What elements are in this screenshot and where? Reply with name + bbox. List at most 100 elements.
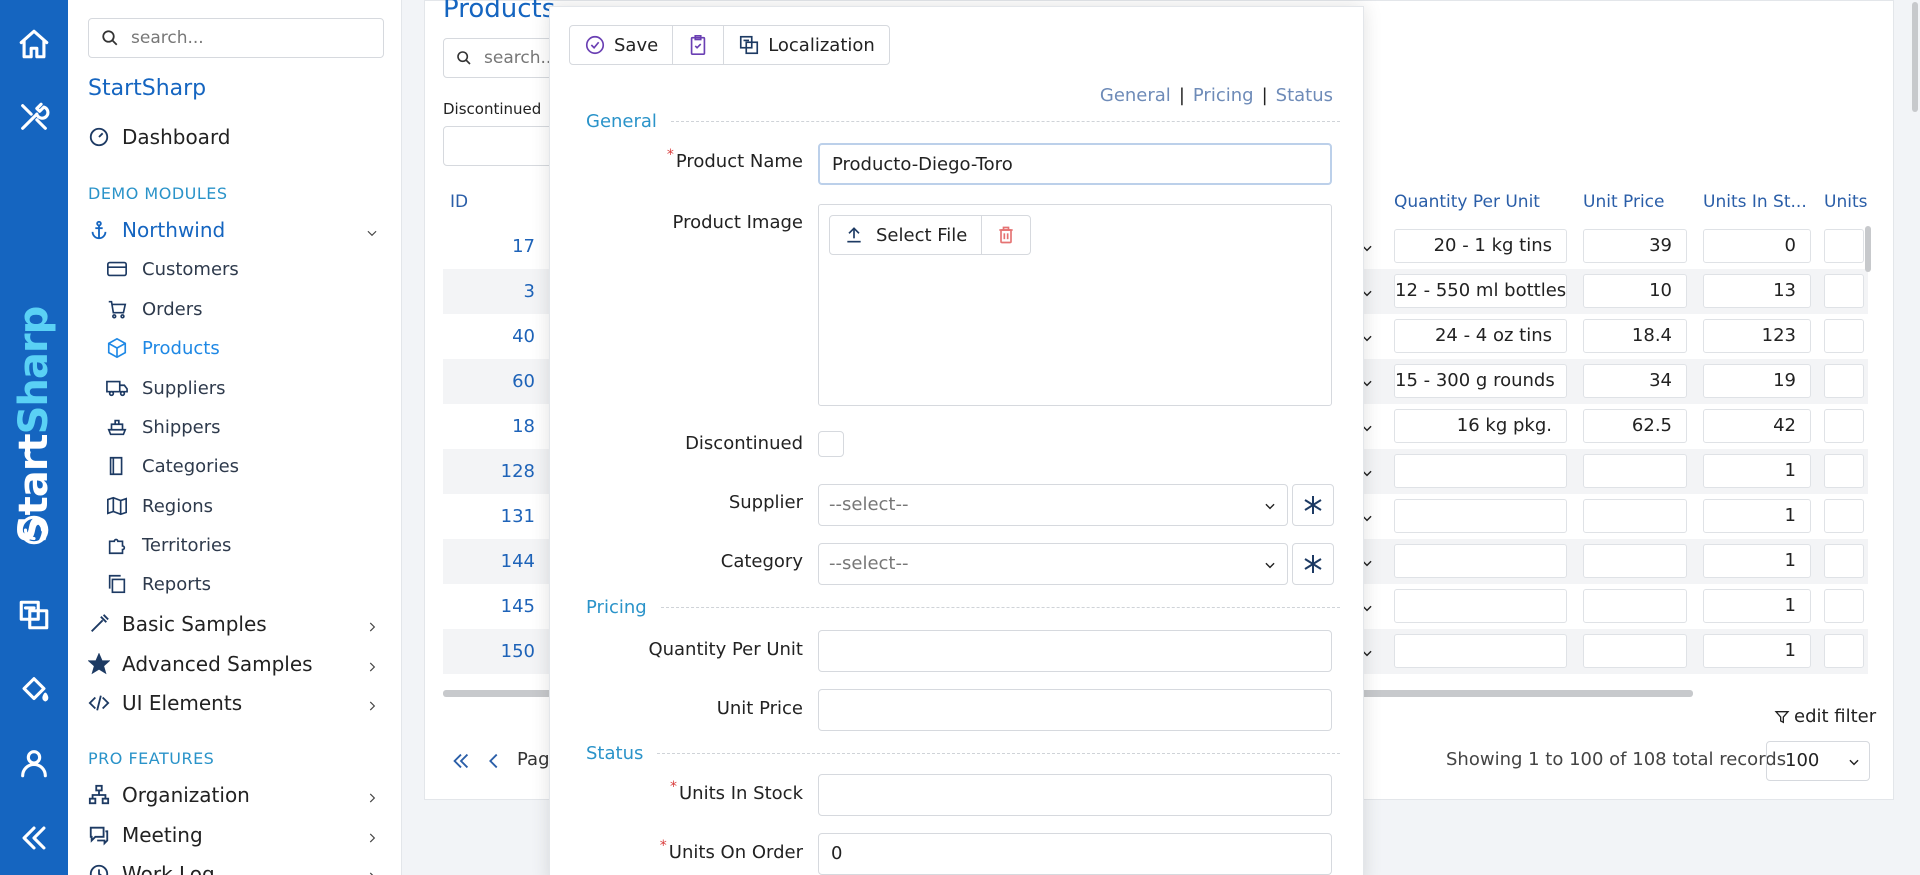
sidebar-search-input[interactable]: search... <box>88 18 384 58</box>
page-size-select[interactable]: 100 <box>1766 741 1870 781</box>
cell-units-in-stock[interactable]: 19 <box>1703 364 1811 398</box>
paint-bucket-icon[interactable] <box>14 670 54 710</box>
select-file-button[interactable]: Select File <box>830 216 983 254</box>
filter-discontinued-select[interactable] <box>443 126 563 166</box>
home-icon[interactable] <box>14 24 54 64</box>
cell-units-in-stock[interactable]: 1 <box>1703 589 1811 623</box>
sidebar-item-basic-samples[interactable]: Basic Samples <box>88 612 267 636</box>
row-id-link[interactable]: 18 <box>443 416 535 437</box>
cell-unit-price[interactable]: 34 <box>1583 364 1687 398</box>
sidebar-item-dashboard[interactable]: Dashboard <box>88 125 231 149</box>
link-pricing[interactable]: Pricing <box>1193 85 1254 106</box>
cell-units[interactable] <box>1824 364 1864 398</box>
apply-changes-button[interactable] <box>673 26 725 64</box>
add-category-button[interactable] <box>1292 543 1334 585</box>
column-header-units-in-stock[interactable]: Units In St... <box>1703 192 1807 212</box>
translate-icon[interactable] <box>14 595 54 635</box>
cell-quantity-per-unit[interactable]: 20 - 1 kg tins <box>1394 229 1567 263</box>
sidebar-item-organization[interactable]: Organization <box>88 783 250 807</box>
column-header-unit-price[interactable]: Unit Price <box>1583 192 1664 212</box>
category-select[interactable]: --select-- <box>818 543 1288 585</box>
sidebar-item-ui-elements[interactable]: UI Elements <box>88 691 242 715</box>
cell-unit-price[interactable] <box>1583 544 1687 578</box>
link-status[interactable]: Status <box>1276 85 1333 106</box>
cell-units[interactable] <box>1824 319 1864 353</box>
cell-quantity-per-unit[interactable] <box>1394 454 1567 488</box>
cell-units-in-stock[interactable]: 0 <box>1703 229 1811 263</box>
sidebar-brand[interactable]: StartSharp <box>88 76 206 101</box>
first-page-icon[interactable] <box>450 750 472 777</box>
page-scrollbar[interactable] <box>1910 0 1920 875</box>
cell-units[interactable] <box>1824 589 1864 623</box>
product-name-input[interactable]: Producto-Diego-Toro <box>818 143 1332 185</box>
edit-filter-link[interactable]: edit filter <box>1774 706 1876 727</box>
add-supplier-button[interactable] <box>1292 484 1334 526</box>
row-id-link[interactable]: 60 <box>443 371 535 392</box>
row-id-link[interactable]: 40 <box>443 326 535 347</box>
sidebar-item-customers[interactable]: Customers <box>106 258 239 280</box>
sidebar-item-products[interactable]: Products <box>106 337 220 359</box>
sidebar-item-reports[interactable]: Reports <box>106 573 211 595</box>
cell-unit-price[interactable] <box>1583 499 1687 533</box>
delete-file-button[interactable] <box>982 216 1030 254</box>
cell-units[interactable] <box>1824 454 1864 488</box>
chevron-right-icon[interactable] <box>365 697 377 711</box>
cell-units[interactable] <box>1824 544 1864 578</box>
vertical-scrollbar[interactable] <box>1865 226 1871 272</box>
cell-quantity-per-unit[interactable]: 24 - 4 oz tins <box>1394 319 1567 353</box>
cell-units[interactable] <box>1824 499 1864 533</box>
quantity-per-unit-input[interactable] <box>818 630 1332 672</box>
cell-units-in-stock[interactable]: 1 <box>1703 454 1811 488</box>
chevron-right-icon[interactable] <box>365 618 377 632</box>
cell-units-in-stock[interactable]: 1 <box>1703 499 1811 533</box>
chevron-right-icon[interactable] <box>365 829 377 843</box>
cell-unit-price[interactable] <box>1583 589 1687 623</box>
sidebar-item-regions[interactable]: Regions <box>106 495 213 517</box>
cell-unit-price[interactable]: 39 <box>1583 229 1687 263</box>
row-id-link[interactable]: 150 <box>443 641 535 662</box>
link-general[interactable]: General <box>1100 85 1171 106</box>
sidebar-item-meeting[interactable]: Meeting <box>88 823 203 847</box>
cell-unit-price[interactable] <box>1583 454 1687 488</box>
sidebar-item-orders[interactable]: Orders <box>106 298 203 320</box>
collapse-icon[interactable] <box>14 818 54 858</box>
cell-units[interactable] <box>1824 634 1864 668</box>
tools-icon[interactable] <box>14 97 54 137</box>
cell-units[interactable] <box>1824 229 1864 263</box>
grid-search-input[interactable]: search... <box>443 38 563 78</box>
localization-button[interactable]: Localization <box>724 26 889 64</box>
sidebar-item-work-log[interactable]: Work Log <box>88 862 215 875</box>
sidebar-item-territories[interactable]: Territories <box>106 534 231 556</box>
cell-units-in-stock[interactable]: 1 <box>1703 544 1811 578</box>
units-on-order-input[interactable]: 0 <box>818 833 1332 875</box>
discontinued-checkbox[interactable] <box>818 431 844 457</box>
cell-units-in-stock[interactable]: 13 <box>1703 274 1811 308</box>
row-id-link[interactable]: 3 <box>443 281 535 302</box>
cell-quantity-per-unit[interactable] <box>1394 499 1567 533</box>
column-header-id[interactable]: ID <box>450 192 468 212</box>
column-header-units[interactable]: Units <box>1824 192 1867 212</box>
prev-page-icon[interactable] <box>483 750 505 777</box>
column-header-quantity-per-unit[interactable]: Quantity Per Unit <box>1394 192 1540 212</box>
sidebar-item-advanced-samples[interactable]: Advanced Samples <box>88 652 313 676</box>
unit-price-input[interactable] <box>818 689 1332 731</box>
cell-quantity-per-unit[interactable]: 16 kg pkg. <box>1394 409 1567 443</box>
sidebar-item-shippers[interactable]: Shippers <box>106 416 221 438</box>
cell-unit-price[interactable]: 18.4 <box>1583 319 1687 353</box>
sidebar-item-suppliers[interactable]: Suppliers <box>106 377 226 399</box>
chevron-right-icon[interactable] <box>365 789 377 803</box>
cell-quantity-per-unit[interactable] <box>1394 544 1567 578</box>
row-id-link[interactable]: 144 <box>443 551 535 572</box>
cell-unit-price[interactable]: 62.5 <box>1583 409 1687 443</box>
row-id-link[interactable]: 17 <box>443 236 535 257</box>
chevron-down-icon[interactable] <box>365 224 377 237</box>
cell-quantity-per-unit[interactable]: 12 - 550 ml bottles <box>1394 274 1567 308</box>
cell-units-in-stock[interactable]: 42 <box>1703 409 1811 443</box>
user-icon[interactable] <box>14 743 54 783</box>
supplier-select[interactable]: --select-- <box>818 484 1288 526</box>
row-id-link[interactable]: 131 <box>443 506 535 527</box>
row-id-link[interactable]: 128 <box>443 461 535 482</box>
cell-units[interactable] <box>1824 409 1864 443</box>
chevron-right-icon[interactable] <box>365 868 377 875</box>
sidebar-item-northwind[interactable]: Northwind <box>88 218 225 242</box>
